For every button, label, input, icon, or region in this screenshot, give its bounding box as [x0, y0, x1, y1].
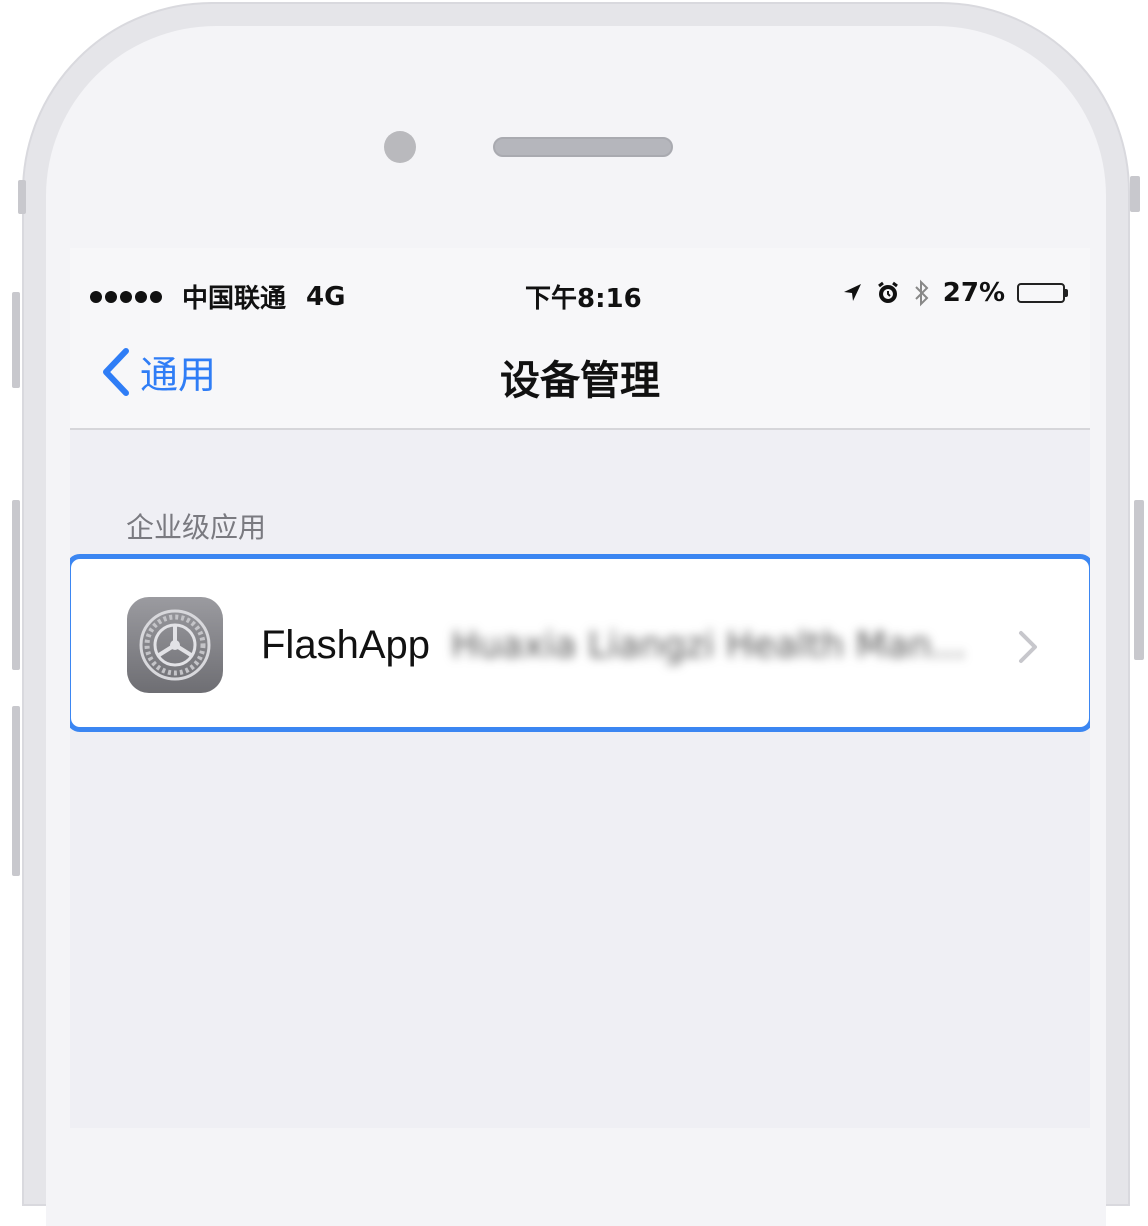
certificate-name: Huaxia Liangzi Health Man...	[451, 625, 966, 666]
side-button-volume-up	[12, 292, 20, 388]
location-arrow-icon	[843, 284, 861, 301]
signal-strength-icon	[90, 290, 162, 303]
app-name: FlashApp	[261, 623, 430, 667]
side-button-extra	[12, 706, 20, 876]
chevron-right-icon	[1019, 631, 1037, 663]
network-type: 4G	[306, 281, 346, 312]
battery-percent: 27%	[942, 278, 1005, 308]
status-time: 下午8:16	[525, 284, 642, 314]
section-header: 企业级应用	[126, 511, 267, 544]
status-left: 中国联通 4G	[90, 278, 345, 315]
battery-icon	[1017, 283, 1068, 303]
bluetooth-icon	[915, 279, 929, 307]
screen: 中国联通 4G 下午8:16 27% 通用 设备管理 企业级应用 FlashAp…	[70, 248, 1090, 1128]
status-right: 27%	[841, 278, 1068, 308]
side-button-power-lower	[1134, 500, 1144, 660]
settings-gear-icon	[127, 597, 223, 693]
front-camera	[384, 131, 416, 163]
page-title: 设备管理	[500, 358, 660, 404]
alarm-icon	[877, 281, 898, 303]
side-button-mute	[18, 180, 26, 214]
carrier-label: 中国联通	[182, 284, 287, 314]
enterprise-app-row[interactable]: FlashApp Huaxia Liangzi Health Man...	[70, 554, 1090, 732]
navigation-bar: 中国联通 4G 下午8:16 27% 通用 设备管理	[70, 248, 1090, 430]
side-button-power	[1130, 176, 1140, 212]
earpiece-speaker	[493, 137, 673, 157]
side-button-volume-down	[12, 500, 20, 670]
